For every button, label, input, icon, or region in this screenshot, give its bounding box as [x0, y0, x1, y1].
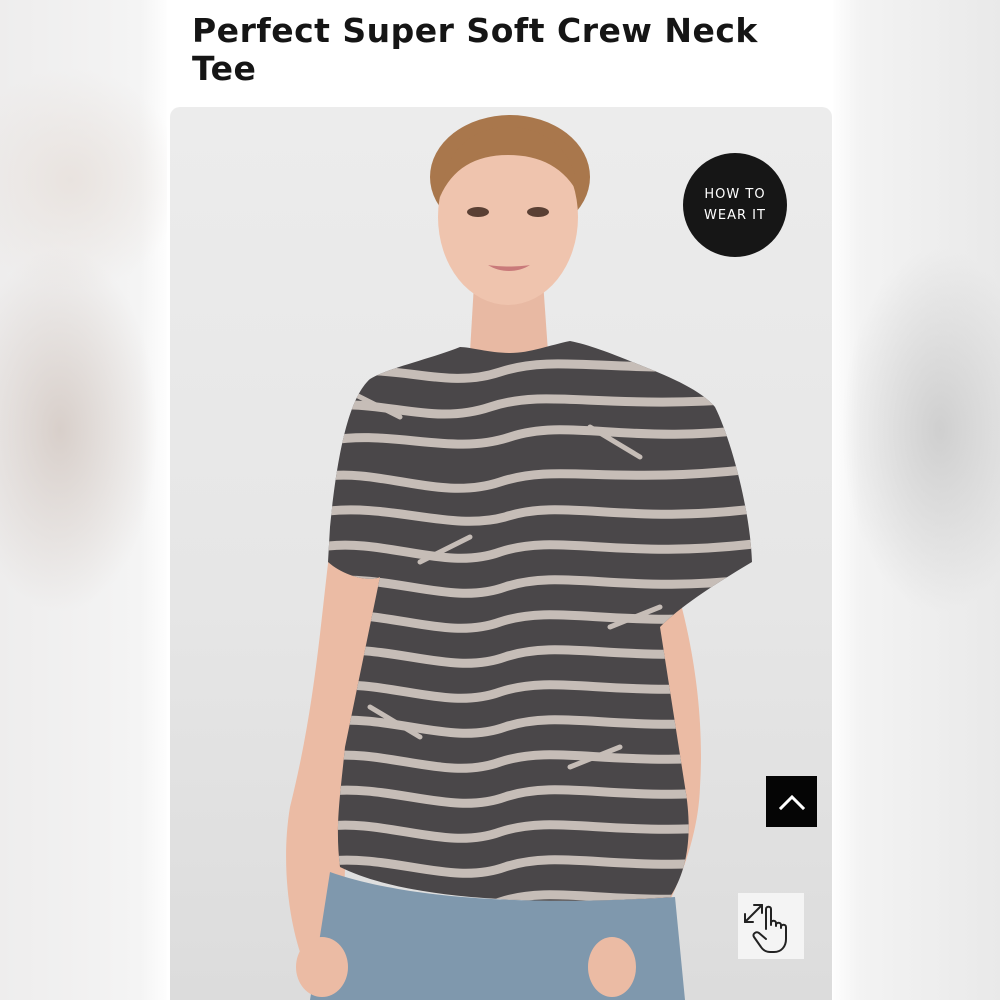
how-to-wear-badge[interactable]: HOW TO WEAR IT	[683, 153, 787, 257]
pinch-zoom-button[interactable]	[738, 893, 804, 959]
pinch-zoom-hand-icon	[744, 904, 787, 953]
back-to-top-button[interactable]	[766, 776, 817, 827]
product-title: Perfect Super Soft Crew Neck Tee	[192, 11, 758, 88]
chevron-up-icon	[778, 794, 805, 810]
how-to-wear-label: HOW TO WEAR IT	[704, 187, 766, 223]
